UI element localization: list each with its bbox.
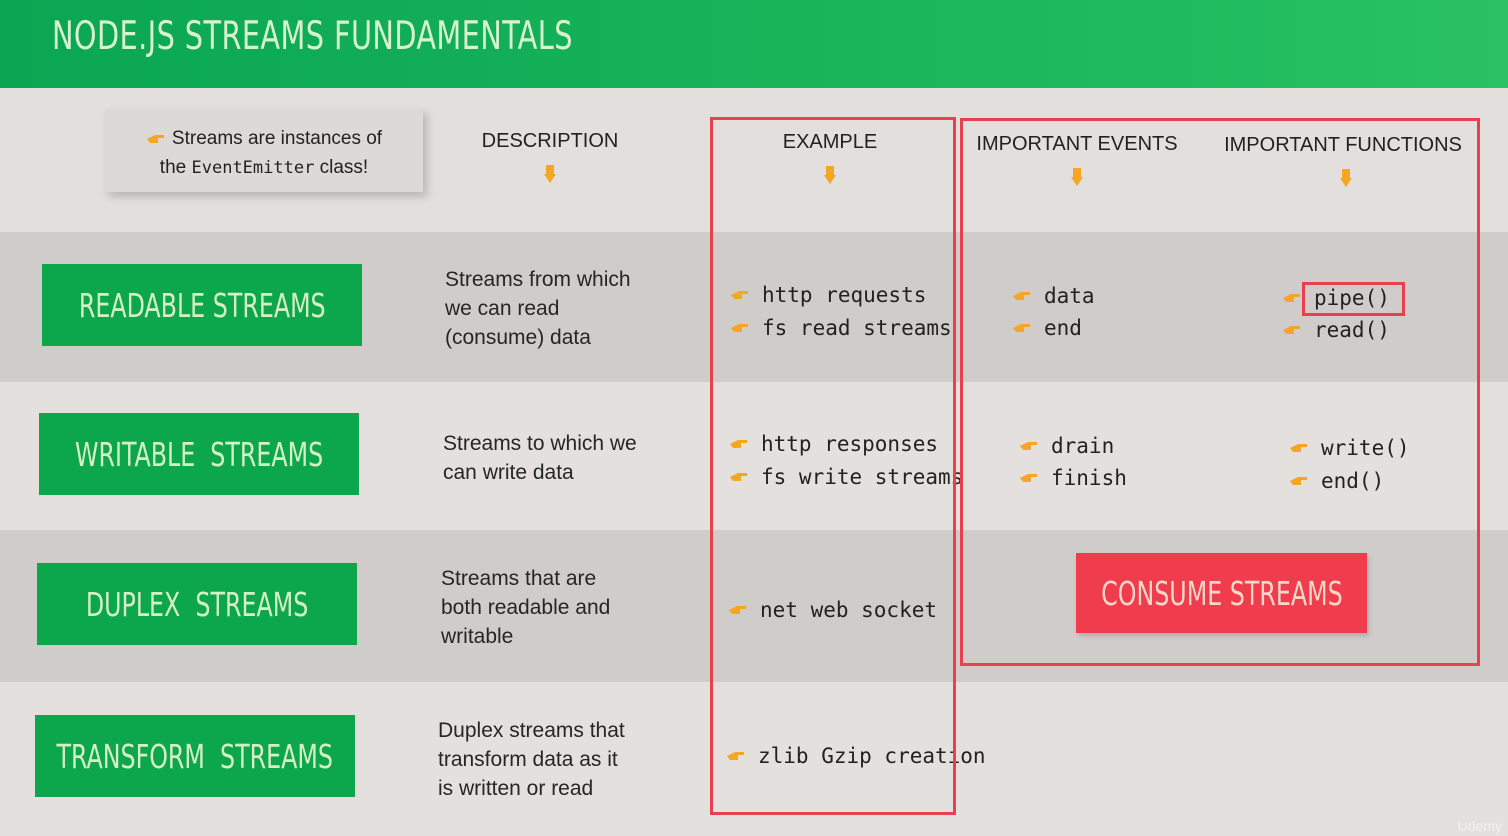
example-column-frame <box>710 117 956 815</box>
slide-header: NODE.JS STREAMS FUNDAMENTALS <box>0 0 1508 88</box>
writable-streams-label: WRITABLE STREAMS <box>39 413 359 495</box>
duplex-description: Streams that are both readable and writa… <box>441 567 611 648</box>
pointing-hand-icon <box>146 134 164 143</box>
consume-streams-label: CONSUME STREAMS <box>1076 553 1367 633</box>
note-line-2-post: class! <box>314 157 369 178</box>
note-line-2-pre: the <box>159 157 192 178</box>
writable-description: Streams to which we can write data <box>443 432 637 484</box>
note-code-eventemitter: EventEmitter <box>191 158 315 178</box>
readable-description: Streams from which we can read (consume)… <box>445 268 631 349</box>
column-header-description: DESCRIPTION <box>481 130 619 152</box>
readable-streams-label: READABLE STREAMS <box>42 264 362 346</box>
slide-title: NODE.JS STREAMS FUNDAMENTALS <box>52 14 573 59</box>
duplex-streams-label: DUPLEX STREAMS <box>37 563 357 645</box>
transform-streams-label: TRANSFORM STREAMS <box>35 715 355 797</box>
note-line-1: Streams are instances of <box>171 128 383 149</box>
udemy-watermark: Udemy <box>1457 818 1502 834</box>
transform-description: Duplex streams that transform data as it… <box>438 719 625 800</box>
note-callout: Streams are instances of the EventEmitte… <box>105 108 423 192</box>
pointing-down-icon <box>544 165 556 183</box>
